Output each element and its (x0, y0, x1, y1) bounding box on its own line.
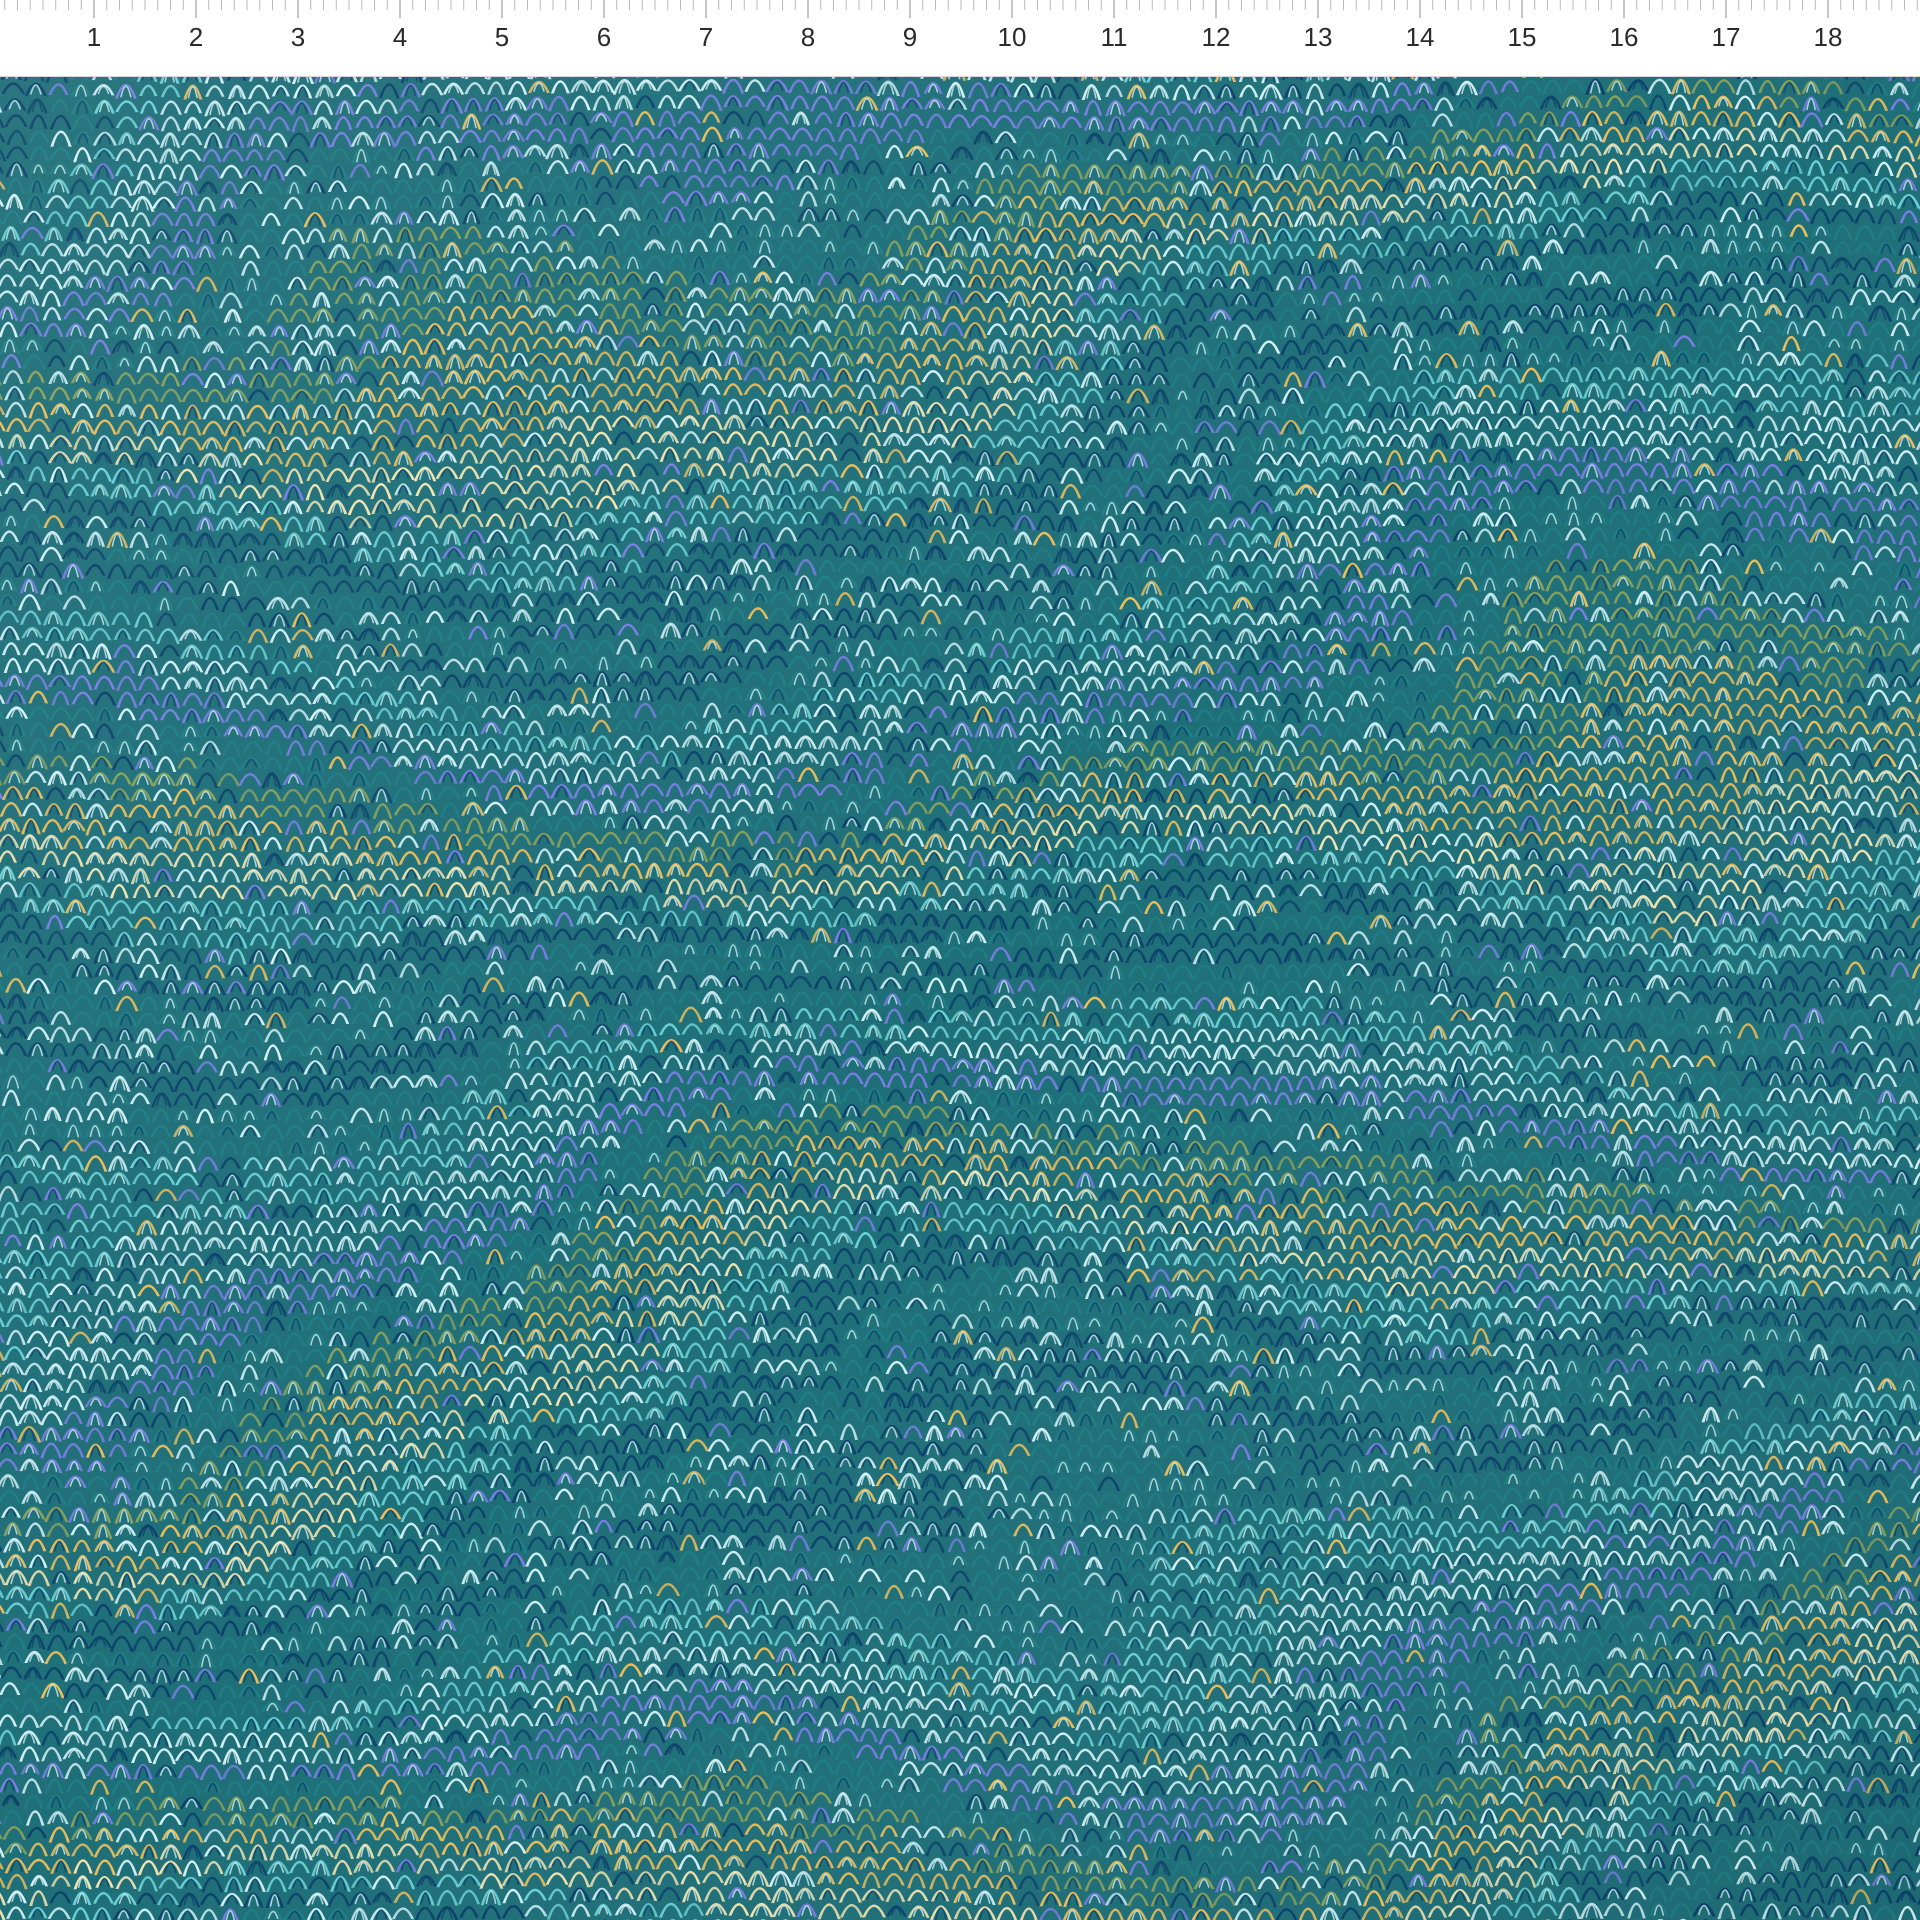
fabric-swatch-page: 1 2 3 4 5 6 7 8 9 10 11 12 13 14 15 16 17 18 (0, 0, 1920, 1920)
ruler-number-8: 8 (800, 22, 816, 52)
ruler-number-18: 18 (1813, 22, 1843, 52)
ruler-number-6: 6 (596, 22, 612, 52)
ruler-number-4: 4 (392, 22, 408, 52)
ruler-number-11: 11 (1100, 22, 1128, 52)
ruler-number-5: 5 (494, 22, 510, 52)
ruler-number-1: 1 (86, 22, 102, 52)
marbled-fabric-print (0, 76, 1920, 1920)
ruler-number-17: 17 (1711, 22, 1741, 52)
measuring-ruler: 1 2 3 4 5 6 7 8 9 10 11 12 13 14 15 16 17 18 (0, 0, 1920, 77)
ruler-number-3: 3 (290, 22, 306, 52)
ruler-number-9: 9 (902, 22, 918, 52)
ruler-number-12: 12 (1201, 22, 1231, 52)
ruler-number-2: 2 (188, 22, 204, 52)
marbled-wave-pattern (0, 76, 1920, 1920)
ruler-number-13: 13 (1303, 22, 1333, 52)
ruler-number-10: 10 (997, 22, 1027, 52)
ruler-number-7: 7 (698, 22, 714, 52)
ruler-number-15: 15 (1507, 22, 1537, 52)
ruler-number-16: 16 (1609, 22, 1639, 52)
ruler-number-14: 14 (1405, 22, 1435, 52)
